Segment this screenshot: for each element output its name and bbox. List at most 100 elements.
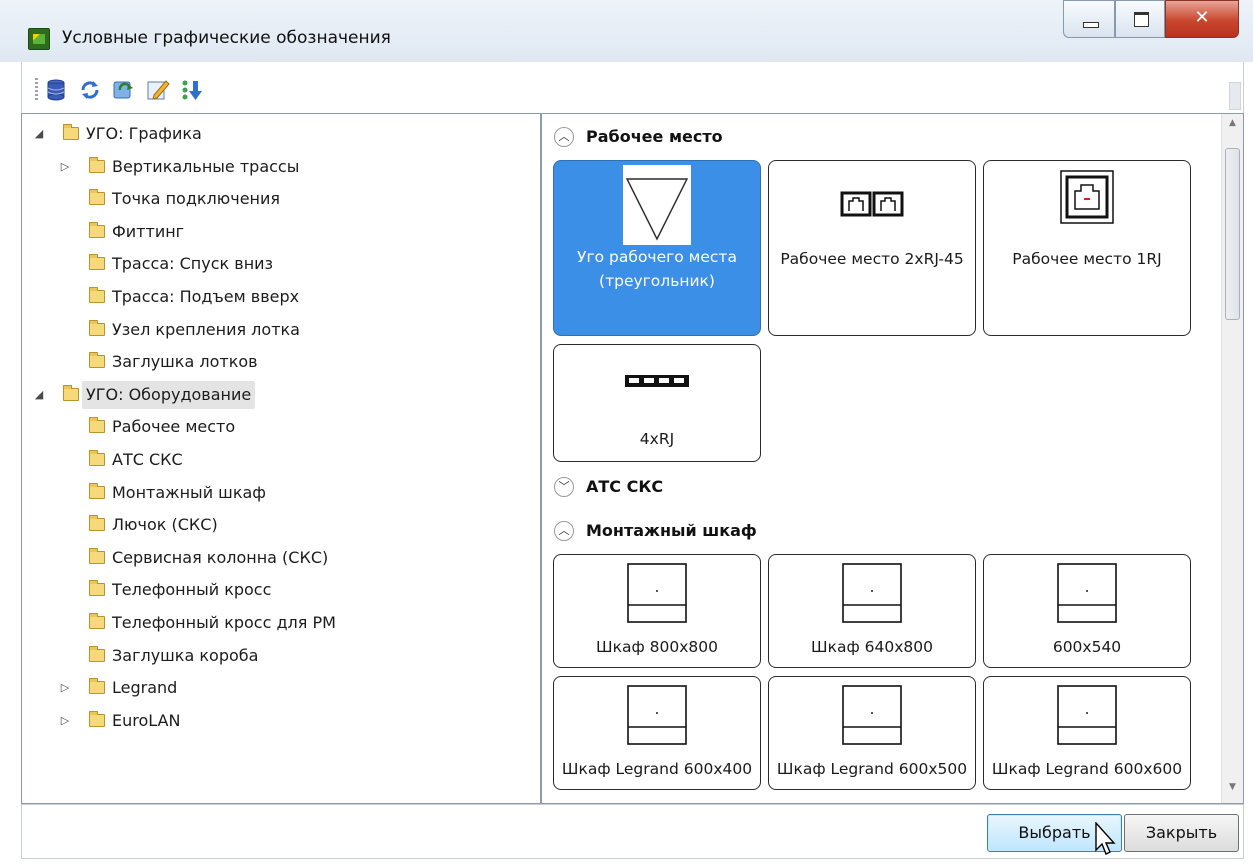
folder-icon [89, 678, 105, 695]
symbol-tile[interactable]: Шкаф 800x800 [553, 554, 761, 668]
tree-item[interactable]: Узел крепления лотка [22, 316, 540, 344]
cabinet-symbol-icon [627, 563, 687, 623]
title-bar[interactable]: Условные графические обозначения ✕ [0, 0, 1253, 62]
quad-socket-symbol-icon [625, 375, 689, 387]
folder-icon [89, 710, 105, 727]
folder-icon [89, 254, 105, 271]
tree-item[interactable]: Монтажный шкаф [22, 479, 540, 507]
sort-icon[interactable] [180, 78, 204, 102]
tree-item-label: Трасса: Спуск вниз [112, 254, 274, 274]
tile-label: 4xRJ [639, 430, 675, 448]
app-icon [28, 28, 50, 50]
chevron-down-icon[interactable]: ﹀ [554, 477, 574, 497]
folder-icon [63, 384, 79, 401]
toolbar-overflow-button[interactable] [1229, 82, 1241, 110]
tree-item[interactable]: Заглушка лотков [22, 348, 540, 376]
tile-label: Рабочее место 1RJ [1012, 250, 1162, 268]
folder-icon [89, 450, 105, 466]
minimize-button[interactable] [1063, 0, 1115, 38]
symbol-tile[interactable]: Шкаф Legrand 600x400 [553, 676, 761, 790]
section-header[interactable]: ﹀ АТС СКС [554, 472, 1154, 502]
tree-item[interactable]: Телефонный кросс [22, 576, 540, 604]
toolbar [21, 62, 1244, 114]
tile-label: Шкаф 640x800 [811, 638, 933, 656]
section-title: АТС СКС [586, 477, 664, 496]
section-header[interactable]: ︿ Монтажный шкаф [554, 516, 1154, 546]
close-button[interactable]: Закрыть [1124, 814, 1239, 852]
symbol-tile[interactable]: Шкаф 640x800 [768, 554, 976, 668]
tree-item-label: Монтажный шкаф [112, 482, 266, 502]
mouse-cursor-icon [1095, 822, 1116, 855]
tree-item[interactable]: Трасса: Спуск вниз [22, 250, 540, 278]
symbol-tile[interactable]: Рабочее место 2xRJ-45 [768, 160, 976, 336]
folder-icon [89, 613, 105, 629]
scroll-down-icon[interactable]: ▼ [1222, 782, 1243, 792]
tree-item[interactable]: Рабочее место [22, 413, 540, 441]
tree-item[interactable]: ◢ УГО: Оборудование [22, 380, 540, 409]
tree-item[interactable]: АТС СКС [22, 446, 540, 474]
tile-label: Уго рабочего места (треугольник) [577, 248, 737, 290]
tile-label: Шкаф Legrand 600x600 [991, 760, 1183, 778]
double-socket-symbol-icon [840, 191, 904, 217]
expand-arrow-icon[interactable]: ▷ [58, 153, 72, 181]
tree-item[interactable]: Лючок (СКС) [22, 511, 540, 539]
tile-label: Рабочее место 2xRJ-45 [780, 250, 964, 268]
tree-item-label: АТС СКС [112, 450, 183, 469]
expand-arrow-icon[interactable]: ▷ [58, 674, 72, 702]
tree-item-label: Вертикальные трассы [112, 156, 300, 176]
toolbar-grip[interactable] [35, 78, 38, 102]
tree-item[interactable]: ▷ Вертикальные трассы [22, 153, 540, 181]
database-icon[interactable] [44, 78, 68, 102]
category-tree[interactable]: ◢ УГО: Графика ▷ Вертикальные трассы Точка п… [21, 113, 541, 804]
chevron-up-icon[interactable]: ︿ [554, 521, 574, 541]
folder-icon [89, 645, 105, 662]
tree-item-label: Точка подключения [112, 189, 281, 209]
folder-icon [89, 417, 105, 434]
single-socket-symbol-icon [1060, 170, 1114, 224]
gallery-scrollbar[interactable]: ▲ ▼ [1221, 114, 1243, 803]
tree-item[interactable]: Заглушка короба [22, 642, 540, 670]
refresh-icon[interactable] [78, 78, 102, 102]
collapse-arrow-icon[interactable]: ◢ [32, 381, 46, 409]
folder-icon [89, 352, 105, 369]
symbol-tile[interactable]: Шкаф Legrand 600x500 [768, 676, 976, 790]
scrollbar-thumb[interactable] [1225, 148, 1240, 320]
tree-item[interactable]: Сервисная колонна (СКС) [22, 544, 540, 572]
tree-item[interactable]: Трасса: Подъем вверх [22, 283, 540, 311]
update-icon[interactable] [112, 78, 136, 102]
section-title: Монтажный шкаф [586, 521, 757, 540]
close-window-button[interactable]: ✕ [1165, 0, 1239, 38]
symbol-tile[interactable]: 600x540 [983, 554, 1191, 668]
scroll-up-icon[interactable]: ▲ [1222, 118, 1243, 128]
tree-item[interactable]: Телефонный кросс для РМ [22, 609, 540, 637]
cabinet-symbol-icon [627, 685, 687, 745]
symbol-tile[interactable]: 4xRJ [553, 344, 761, 462]
expand-arrow-icon[interactable]: ▷ [58, 707, 72, 735]
section-header[interactable]: ︿ Рабочее место [554, 122, 1154, 152]
symbol-gallery[interactable]: ▲ ▼ ︿ Рабочее место Уго рабочего места (тр… [541, 113, 1244, 804]
maximize-button[interactable] [1115, 0, 1165, 38]
chevron-up-icon[interactable]: ︿ [554, 127, 574, 147]
cabinet-symbol-icon [1057, 563, 1117, 623]
collapse-arrow-icon[interactable]: ◢ [32, 120, 46, 148]
folder-icon [89, 482, 105, 499]
cabinet-symbol-icon [842, 563, 902, 623]
tree-item-label: Рабочее место [112, 417, 236, 437]
tree-item[interactable]: ▷ EuroLAN [22, 707, 540, 735]
triangle-symbol-icon [623, 165, 691, 245]
symbol-tile[interactable]: Уго рабочего места (треугольник) [553, 160, 761, 336]
tree-item[interactable]: ◢ УГО: Графика [22, 120, 540, 148]
cabinet-symbol-icon [842, 685, 902, 745]
tree-item-label: УГО: Графика [86, 124, 202, 143]
tree-item[interactable]: Фиттинг [22, 218, 540, 246]
folder-icon [89, 287, 105, 303]
close-icon: ✕ [1194, 7, 1210, 28]
tile-label: 600x540 [1052, 638, 1122, 656]
tree-item[interactable]: ▷ Legrand [22, 674, 540, 702]
symbol-tile[interactable]: Шкаф Legrand 600x600 [983, 676, 1191, 790]
edit-icon[interactable] [146, 78, 170, 102]
tree-item-label: EuroLAN [112, 710, 181, 730]
folder-icon [89, 156, 105, 173]
symbol-tile[interactable]: Рабочее место 1RJ [983, 160, 1191, 336]
tree-item[interactable]: Точка подключения [22, 185, 540, 213]
